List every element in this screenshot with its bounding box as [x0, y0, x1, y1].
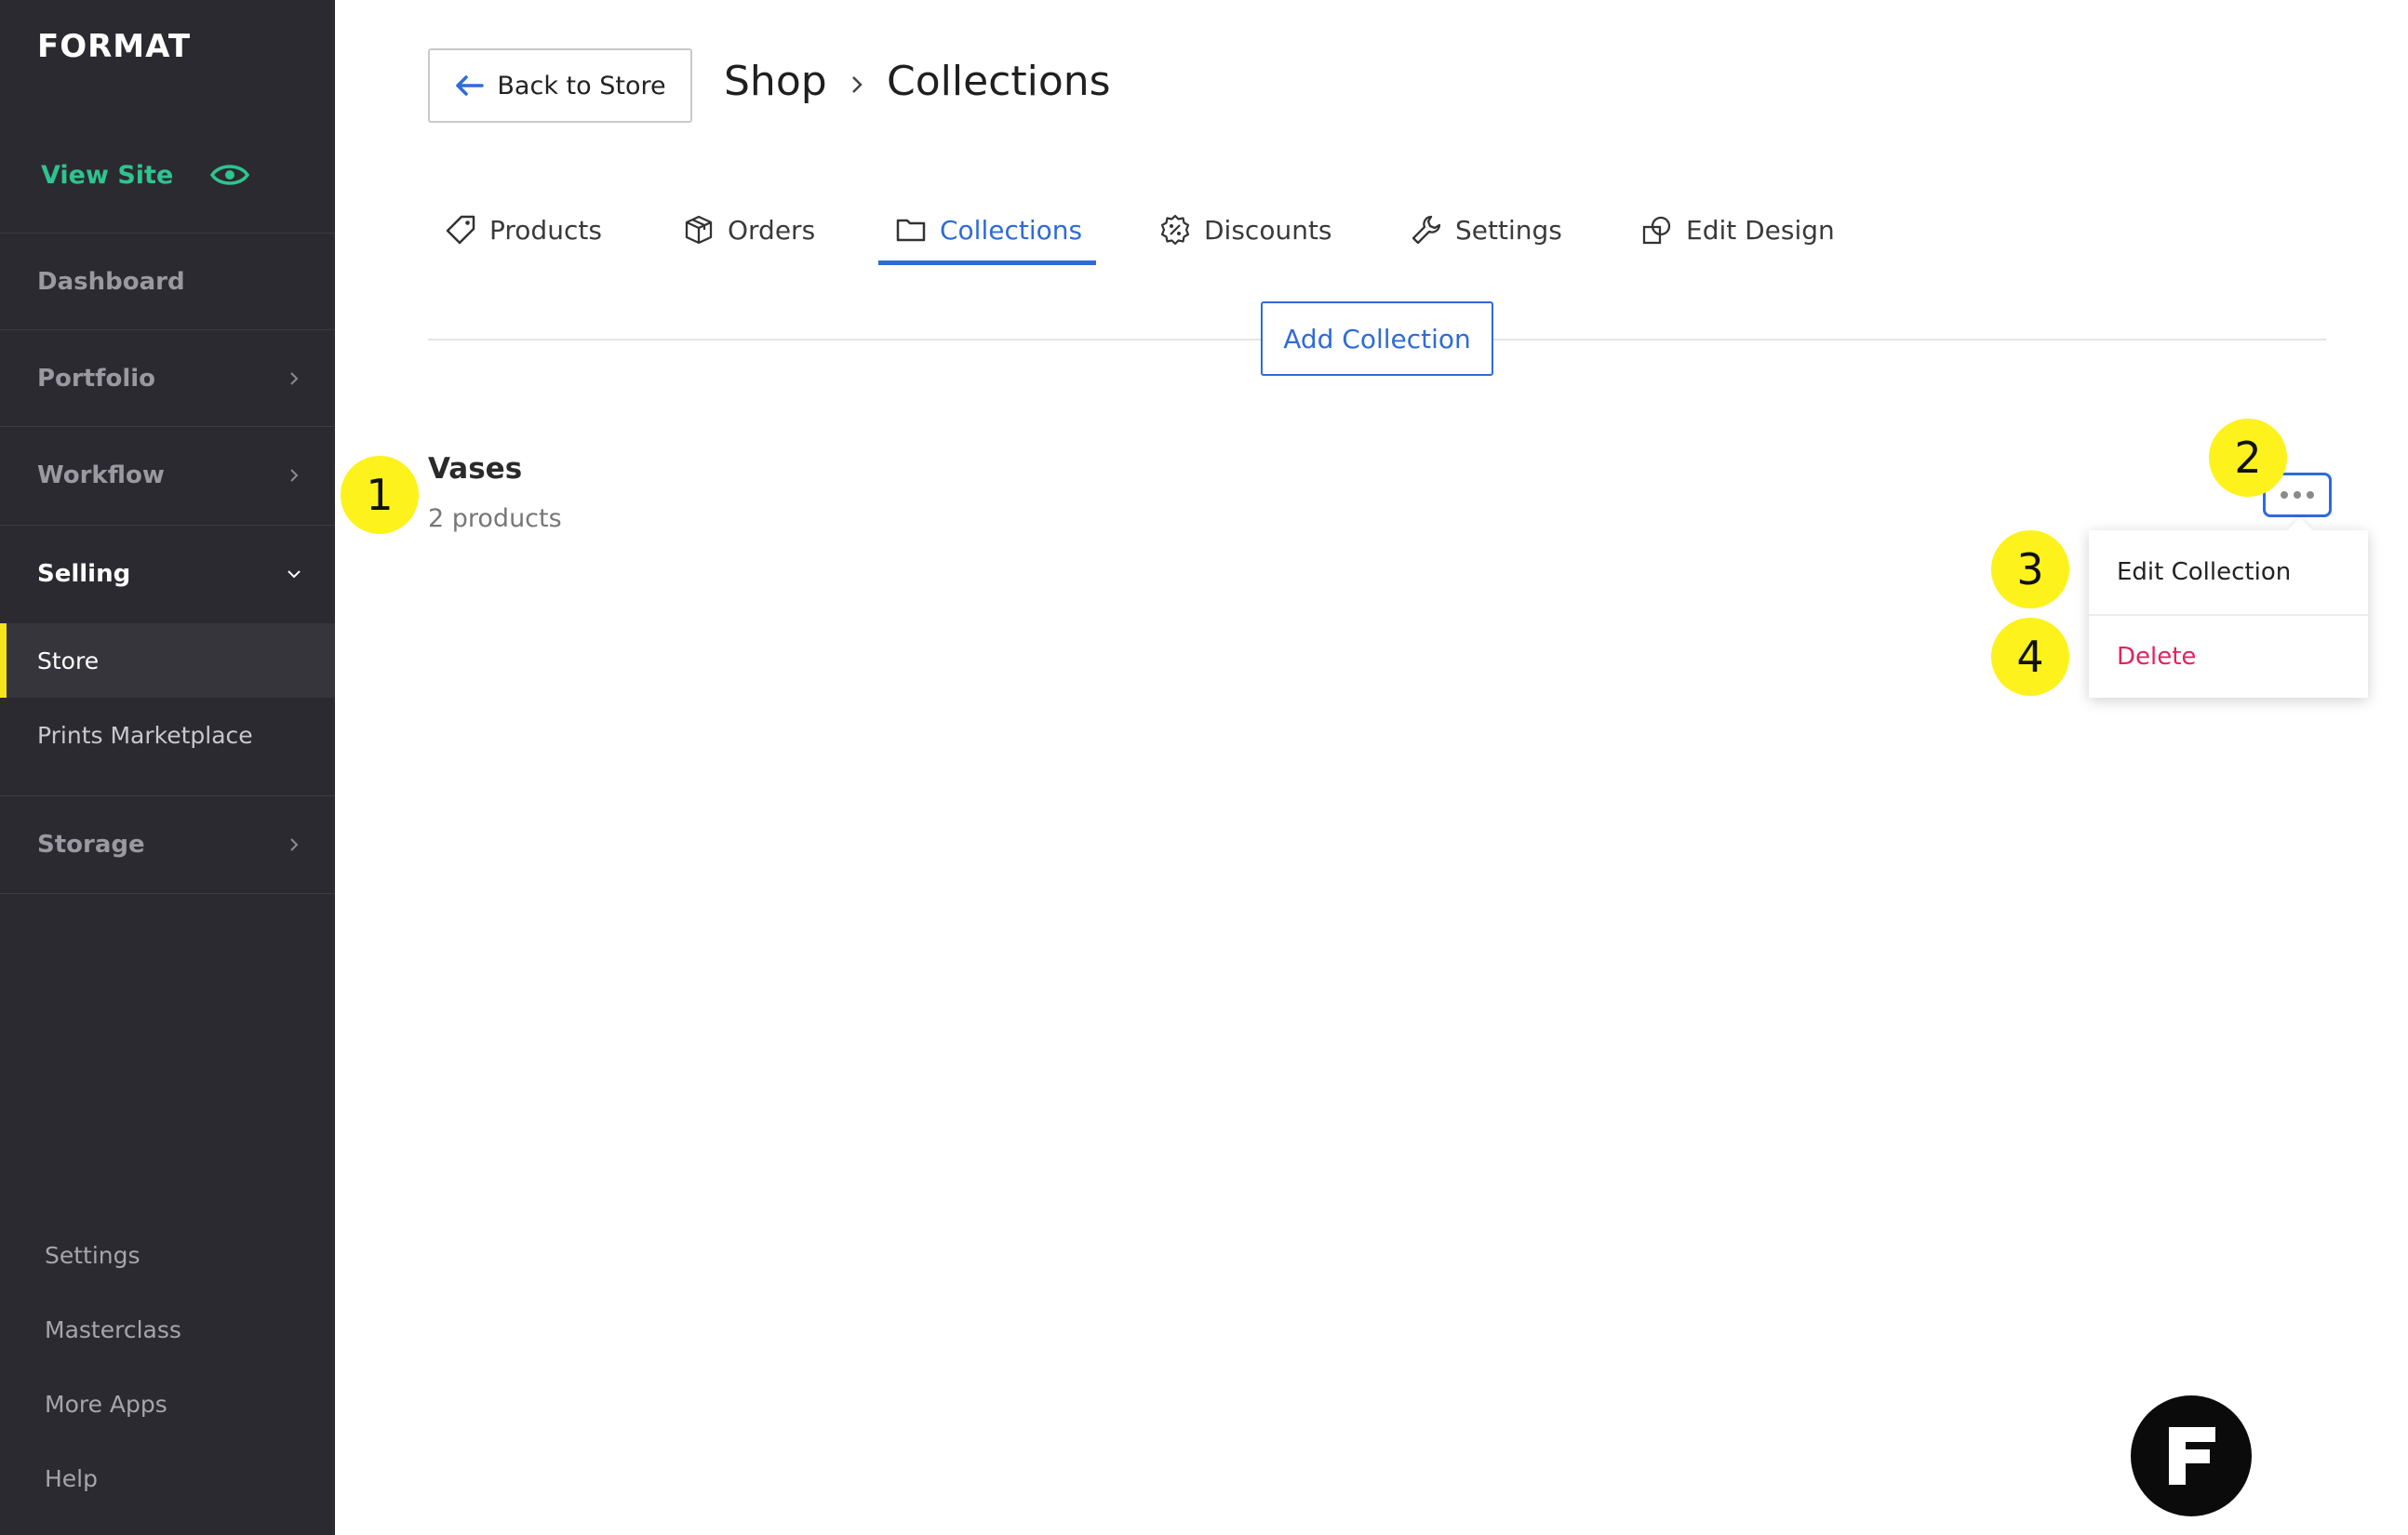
sidebar-item-dashboard[interactable]: Dashboard — [0, 233, 335, 329]
sidebar-item-label: Portfolio — [37, 364, 156, 393]
tab-label: Edit Design — [1686, 214, 1835, 246]
folder-icon — [896, 219, 926, 242]
add-collection-button[interactable]: Add Collection — [1261, 301, 1493, 376]
sidebar-link-masterclass[interactable]: Masterclass — [45, 1316, 181, 1343]
sidebar-subitem-label: Prints Marketplace — [37, 721, 253, 749]
box-icon — [685, 215, 713, 245]
format-logo[interactable]: FORMAT — [37, 28, 191, 65]
sidebar-subitem-prints-marketplace[interactable]: Prints Marketplace — [0, 698, 335, 772]
eye-icon — [210, 163, 250, 187]
sidebar-item-selling[interactable]: Selling — [0, 525, 335, 621]
collection-options-menu: Edit Collection Delete — [2089, 530, 2368, 698]
arrow-left-icon — [456, 75, 485, 96]
chevron-right-icon — [852, 76, 863, 93]
sidebar-subitem-label: Store — [37, 647, 100, 674]
back-to-store-label: Back to Store — [497, 71, 666, 100]
tab-products[interactable]: Products — [445, 207, 602, 253]
breadcrumb-collections: Collections — [887, 58, 1111, 105]
wrench-icon — [1411, 215, 1441, 245]
callout-badge-3: 3 — [1991, 530, 2069, 608]
format-help-button[interactable] — [2131, 1395, 2252, 1516]
edit-collection-menu-item[interactable]: Edit Collection — [2089, 530, 2368, 614]
back-to-store-button[interactable]: Back to Store — [428, 48, 692, 123]
tab-collections[interactable]: Collections — [895, 207, 1082, 253]
discount-badge-icon — [1160, 214, 1190, 246]
sidebar-item-portfolio[interactable]: Portfolio — [0, 329, 335, 426]
sidebar-item-workflow[interactable]: Workflow — [0, 426, 335, 523]
chevron-right-icon — [290, 371, 299, 385]
view-site-label: View Site — [41, 160, 174, 190]
tag-icon — [446, 215, 475, 245]
sidebar-item-storage[interactable]: Storage — [0, 795, 335, 892]
format-f-logo-icon — [2169, 1427, 2215, 1485]
sidebar-divider — [0, 893, 335, 894]
tab-settings[interactable]: Settings — [1411, 207, 1562, 253]
tab-label: Discounts — [1204, 214, 1332, 246]
tab-edit-design[interactable]: Edit Design — [1641, 207, 1835, 253]
sidebar-link-settings[interactable]: Settings — [45, 1242, 140, 1269]
tab-orders[interactable]: Orders — [683, 207, 815, 253]
chevron-down-icon — [288, 569, 301, 578]
ellipsis-icon — [2281, 491, 2314, 499]
delete-menu-item[interactable]: Delete — [2089, 616, 2368, 698]
sidebar-subitem-store[interactable]: Store — [0, 623, 335, 698]
sidebar-item-label: Selling — [37, 559, 131, 588]
callout-badge-2: 2 — [2209, 419, 2287, 497]
view-site-link[interactable]: View Site — [41, 156, 250, 194]
chevron-right-icon — [290, 837, 299, 851]
active-tab-indicator — [878, 260, 1096, 265]
sidebar-item-label: Storage — [37, 830, 145, 859]
tab-label: Orders — [728, 214, 816, 246]
tab-label: Products — [489, 214, 602, 246]
callout-badge-1: 1 — [341, 456, 419, 534]
sidebar: FORMAT View Site Dashboard Portfolio Wor… — [0, 0, 335, 1535]
collection-product-count: 2 products — [428, 504, 562, 533]
tab-discounts[interactable]: Discounts — [1159, 207, 1332, 253]
tab-label: Collections — [940, 214, 1083, 246]
sidebar-item-label: Workflow — [37, 460, 165, 489]
sidebar-link-more-apps[interactable]: More Apps — [45, 1391, 167, 1418]
breadcrumb-shop[interactable]: Shop — [724, 58, 827, 105]
sidebar-link-help[interactable]: Help — [45, 1465, 98, 1492]
tab-label: Settings — [1455, 214, 1562, 246]
shapes-design-icon — [1642, 216, 1671, 245]
collection-name[interactable]: Vases — [428, 452, 522, 486]
callout-badge-4: 4 — [1991, 618, 2069, 696]
chevron-right-icon — [290, 468, 299, 482]
sidebar-item-label: Dashboard — [37, 267, 185, 296]
